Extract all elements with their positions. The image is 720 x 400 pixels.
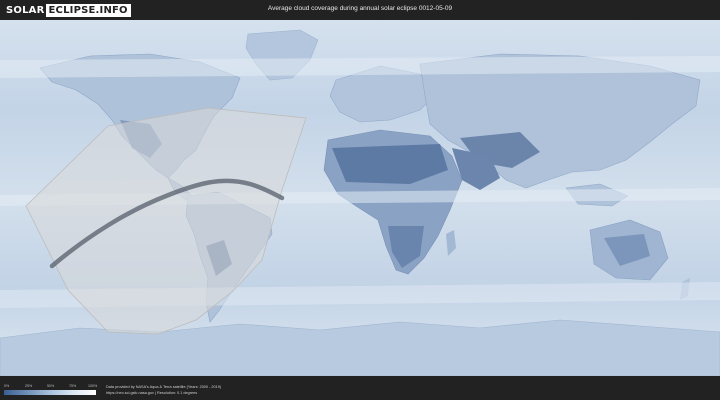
page-title: Average cloud coverage during annual sol… [267,5,453,12]
data-source-link[interactable]: https://neo.sci.gsfc.nasa.gov | Resoluti… [106,391,197,395]
world-map [0,20,720,376]
data-credit: Data provided by NASA's Aqua & Terra sat… [106,385,222,389]
legend-color-scale [4,390,96,395]
legend-tick-0: 0% [4,384,10,388]
legend-tick-50: 50% [47,384,55,388]
legend-tick-25: 25% [25,384,33,388]
legend-tick-75: 75% [69,384,77,388]
legend-tick-100: 100% [88,384,98,388]
footer-bar: 0% 25% 50% 75% 100% Data provided by NAS… [0,376,720,400]
page: SOLAR ECLIPSE.INFO Average cloud coverag… [0,0,720,400]
cloud-coverage-map [0,20,720,376]
header-bar: SOLAR ECLIPSE.INFO Average cloud coverag… [0,0,720,20]
